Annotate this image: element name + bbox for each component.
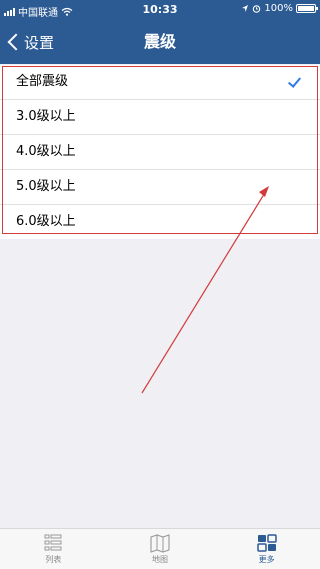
battery-icon <box>296 4 318 13</box>
option-label: 3.0级以上 <box>16 109 76 124</box>
magnitude-option-all[interactable]: 全部震级 <box>0 65 320 100</box>
magnitude-option-3[interactable]: 3.0级以上 <box>0 100 320 135</box>
option-label: 全部震级 <box>16 74 69 89</box>
option-label: 5.0级以上 <box>16 179 76 194</box>
navigation-bar: 设置 震级 <box>0 20 320 64</box>
list-icon <box>44 534 62 551</box>
more-icon <box>256 534 277 552</box>
magnitude-list: 全部震级 3.0级以上 4.0级以上 5.0级以上 6.0级以上 <box>0 65 320 239</box>
magnitude-option-6[interactable]: 6.0级以上 <box>0 205 320 239</box>
checkmark-icon <box>287 74 302 88</box>
tab-label: 地图 <box>152 555 168 564</box>
status-bar: 中国联通 10:33 100% <box>0 0 320 20</box>
tab-list[interactable]: 列表 <box>0 529 107 569</box>
location-icon <box>242 5 249 12</box>
page-title: 震级 <box>143 32 176 51</box>
option-label: 4.0级以上 <box>16 144 76 159</box>
battery-percent: 100% <box>264 3 293 14</box>
tab-label: 更多 <box>258 555 275 564</box>
magnitude-option-5[interactable]: 5.0级以上 <box>0 170 320 205</box>
magnitude-option-4[interactable]: 4.0级以上 <box>0 135 320 170</box>
tab-label: 列表 <box>45 555 62 564</box>
status-right: 100% <box>241 3 318 14</box>
tab-bar: 列表 地图 更多 <box>0 528 320 569</box>
option-label: 6.0级以上 <box>16 214 76 229</box>
tab-map[interactable]: 地图 <box>107 529 214 569</box>
alarm-icon <box>253 5 261 13</box>
tab-more[interactable]: 更多 <box>213 529 320 569</box>
map-icon <box>150 534 170 553</box>
